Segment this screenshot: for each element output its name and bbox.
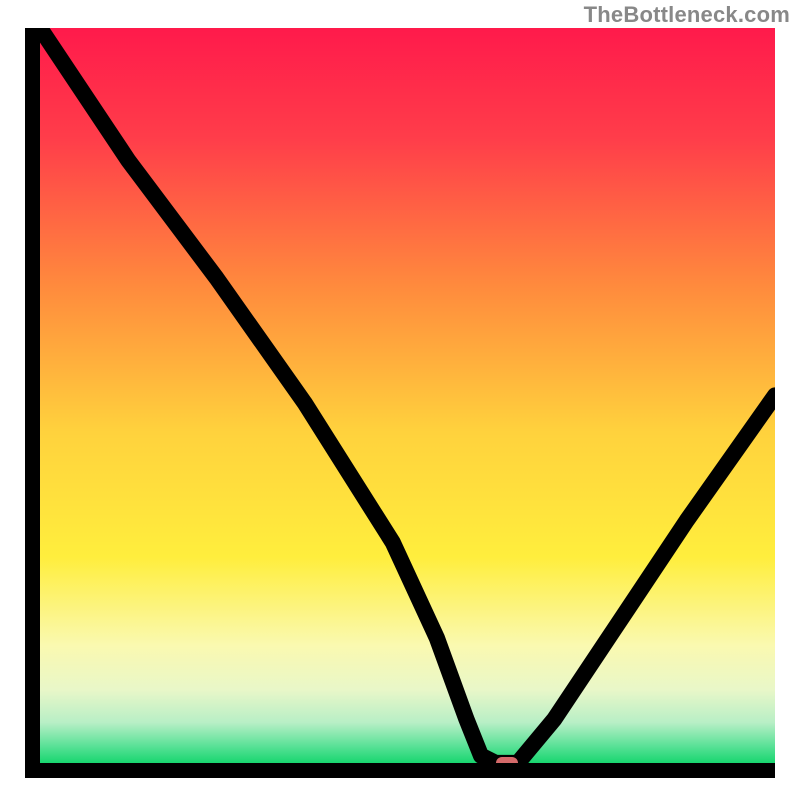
plot-outer-border [25, 28, 775, 778]
optimal-point-marker [496, 757, 518, 763]
watermark-text: TheBottleneck.com [584, 2, 790, 28]
chart-svg [40, 28, 775, 763]
plot-area [40, 28, 775, 763]
gradient-background [40, 28, 775, 763]
chart-frame: TheBottleneck.com [0, 0, 800, 800]
